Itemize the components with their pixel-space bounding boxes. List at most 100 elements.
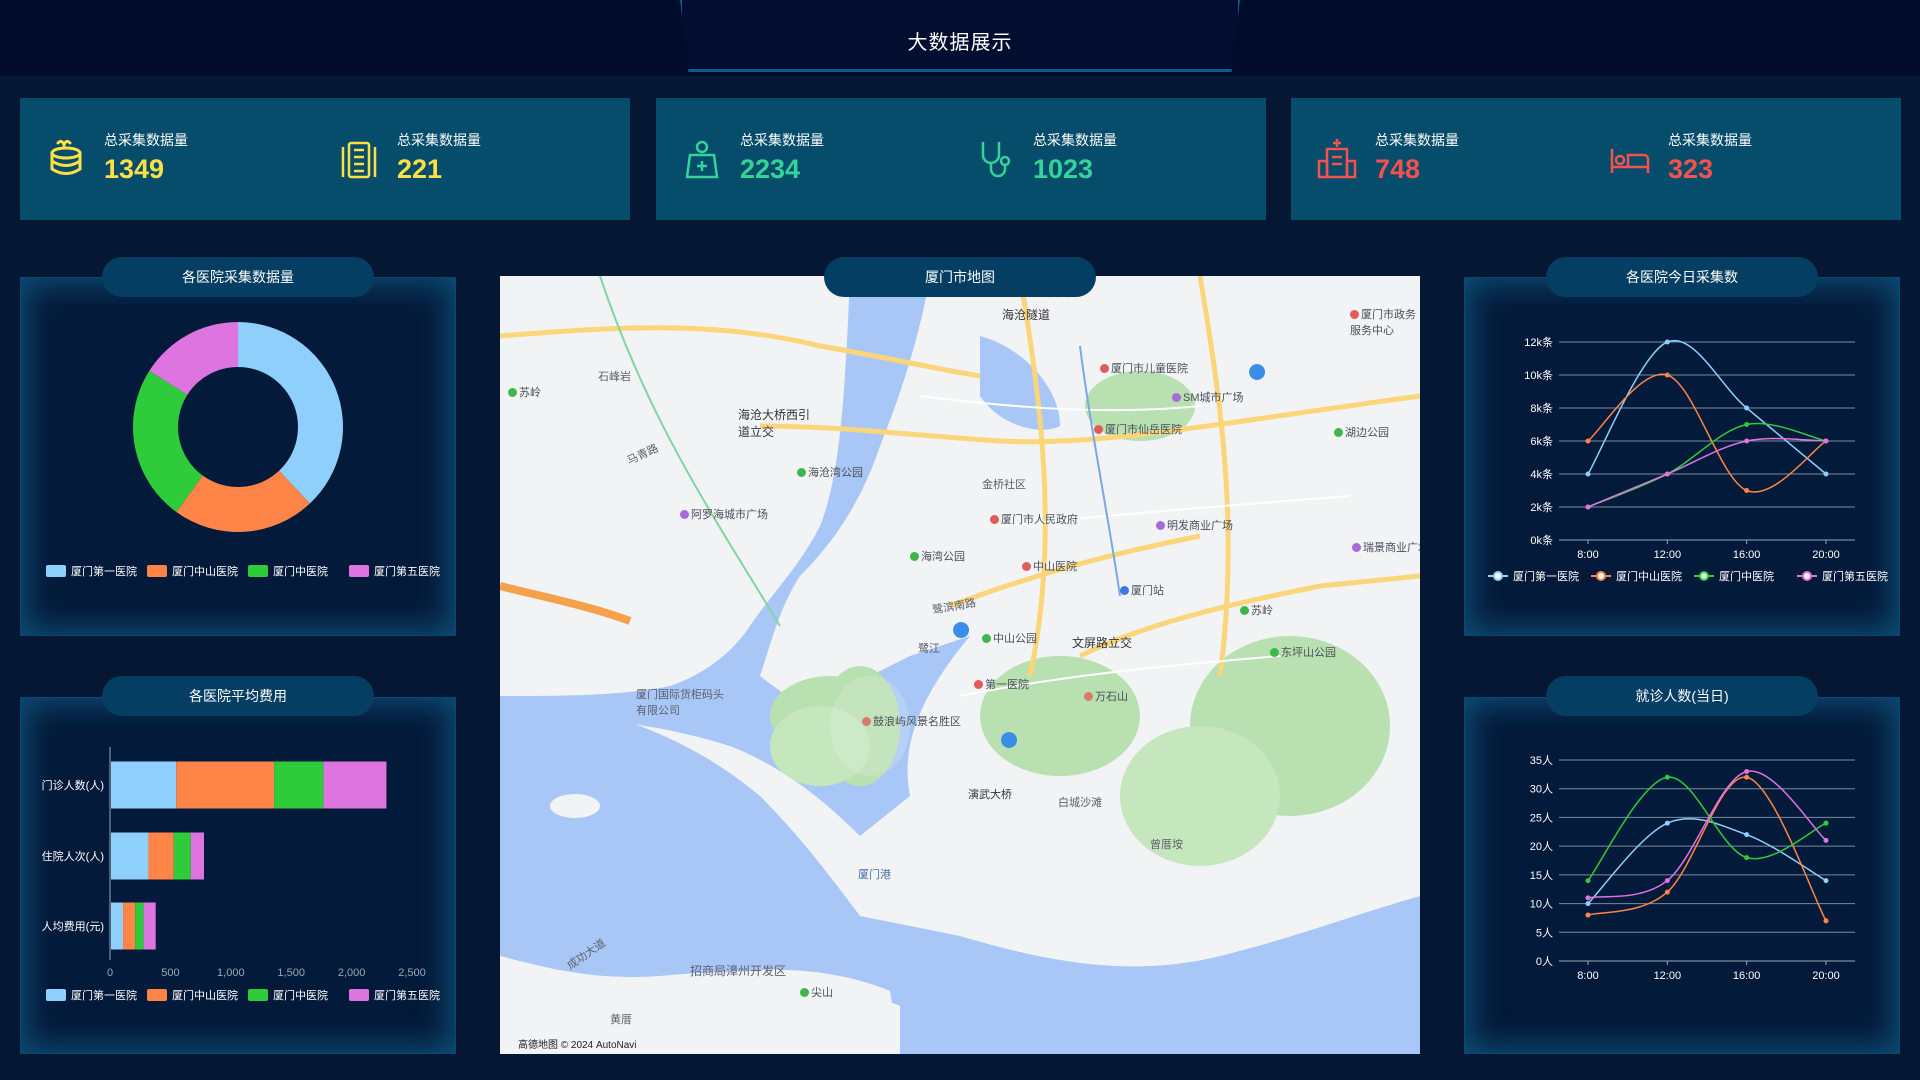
map-poi-label[interactable]: 明发商业广场 [1156,517,1233,533]
legend-label[interactable]: 厦门中山医院 [172,564,238,578]
map-poi-label[interactable]: 尖山 [800,984,833,1000]
data-point[interactable] [1823,438,1829,444]
legend-swatch[interactable] [46,989,66,1001]
data-point[interactable] [1664,878,1670,884]
legend-label[interactable]: 厦门中医院 [273,564,328,578]
map-marker-icon[interactable] [1249,364,1266,394]
bar-segment[interactable] [274,761,324,809]
map-poi-label[interactable]: 阿罗海城市广场 [680,506,768,522]
data-point[interactable] [1744,422,1750,427]
legend-swatch[interactable] [349,989,369,1001]
legend-marker[interactable] [1699,571,1709,581]
data-point[interactable] [1744,438,1750,444]
data-point[interactable] [1823,878,1829,884]
map-poi-label[interactable]: 厦门市政务服务中心 [1350,306,1418,338]
legend-marker[interactable] [1493,571,1503,581]
map-poi-label[interactable]: 苏岭 [1240,602,1273,618]
map-poi-label[interactable]: 厦门市人民政府 [990,511,1078,527]
legend-swatch[interactable] [248,565,268,577]
data-point[interactable] [1744,855,1750,861]
series-line[interactable] [1587,770,1827,899]
bar-segment[interactable] [190,832,205,880]
map-poi-label[interactable]: 海沧湾公园 [797,464,863,480]
map-poi-label[interactable]: 万石山 [1084,688,1128,704]
legend-swatch[interactable] [248,989,268,1001]
data-point[interactable] [1744,488,1750,493]
y-tick-label: 4k条 [1530,467,1553,481]
data-point[interactable] [1585,471,1591,477]
map-view[interactable]: 厦门市儿童医院 SM城市广场 厦门市仙岳医院 厦门市人民政府 中山医院 明发商业… [500,276,1420,1054]
map-poi-label[interactable]: 海湾公园 [910,548,965,564]
map-poi-label[interactable]: SM城市广场 [1172,389,1244,405]
data-point[interactable] [1823,471,1829,477]
legend-label[interactable]: 厦门中山医院 [1616,569,1682,583]
series-line[interactable] [1587,818,1827,905]
y-tick-label: 0人 [1536,955,1553,968]
bar-segment[interactable] [173,832,191,880]
bar-segment[interactable] [111,902,124,950]
legend-label[interactable]: 厦门第五医院 [374,564,440,578]
legend-marker[interactable] [1802,571,1812,581]
legend-label[interactable]: 厦门中医院 [1719,569,1774,583]
legend-swatch[interactable] [349,565,369,577]
map-poi-label[interactable]: 厦门市儿童医院 [1100,360,1188,376]
map-poi-label[interactable]: 厦门站 [1120,582,1164,598]
map-poi-label[interactable]: 第一医院 [974,676,1029,692]
data-point[interactable] [1664,774,1670,780]
legend-swatch[interactable] [147,989,167,1001]
data-point[interactable] [1744,768,1750,774]
data-point[interactable] [1664,372,1670,378]
bar-segment[interactable] [111,832,149,880]
data-point[interactable] [1744,832,1750,838]
map-poi-label[interactable]: 中山公园 [982,630,1037,646]
map-poi-label[interactable]: 鼓浪屿风景名胜区 [862,713,961,729]
legend-swatch[interactable] [46,565,66,577]
data-point[interactable] [1744,774,1750,780]
map-poi-label[interactable]: 湖边公园 [1334,424,1389,440]
series-line[interactable] [1587,776,1827,882]
legend-label[interactable]: 厦门中山医院 [172,988,238,1002]
data-point[interactable] [1664,889,1670,895]
data-point[interactable] [1823,918,1829,924]
map-poi-label[interactable]: 中山医院 [1022,558,1077,574]
legend-label[interactable]: 厦门第一医院 [1513,569,1579,583]
stat-label: 总采集数据量 [397,132,481,148]
data-point[interactable] [1585,504,1591,510]
bar-segment[interactable] [176,761,275,809]
legend-label[interactable]: 厦门中医院 [273,988,328,1002]
map-poi-label[interactable]: 苏岭 [508,384,541,400]
data-point[interactable] [1585,901,1591,907]
bar-segment[interactable] [148,832,174,880]
bar-segment[interactable] [123,902,136,950]
data-point[interactable] [1744,405,1750,411]
x-tick-label: 2,000 [338,967,366,979]
data-point[interactable] [1585,878,1591,884]
map-poi-label[interactable]: 厦门市仙岳医院 [1094,421,1182,437]
data-point[interactable] [1585,438,1591,444]
data-point[interactable] [1585,912,1591,918]
bar-segment[interactable] [135,902,144,950]
series-line[interactable] [1587,422,1827,508]
donut-slice[interactable] [238,322,343,504]
map-poi-label[interactable]: 瑞景商业广场 [1352,539,1420,555]
map-place-label: 海沧大桥西引道立交 [738,408,811,439]
legend-label[interactable]: 厦门第五医院 [374,988,440,1002]
legend-label[interactable]: 厦门第一医院 [71,988,137,1002]
legend-swatch[interactable] [147,565,167,577]
data-point[interactable] [1823,837,1829,843]
legend-marker[interactable] [1596,571,1606,581]
legend-label[interactable]: 厦门第五医院 [1822,569,1888,583]
bar-segment[interactable] [111,761,177,809]
map-poi-label[interactable]: 东坪山公园 [1270,644,1336,660]
legend-label[interactable]: 厦门第一医院 [71,564,137,578]
map-place-label: 招商局漳州开发区 [690,964,787,978]
bar-segment[interactable] [143,902,156,950]
data-point[interactable] [1664,820,1670,826]
data-point[interactable] [1823,820,1829,826]
bar-segment[interactable] [323,761,387,809]
data-point[interactable] [1664,471,1670,477]
data-point[interactable] [1664,339,1670,345]
building-icon [341,141,377,179]
series-line[interactable] [1587,339,1827,475]
data-point[interactable] [1585,895,1591,901]
